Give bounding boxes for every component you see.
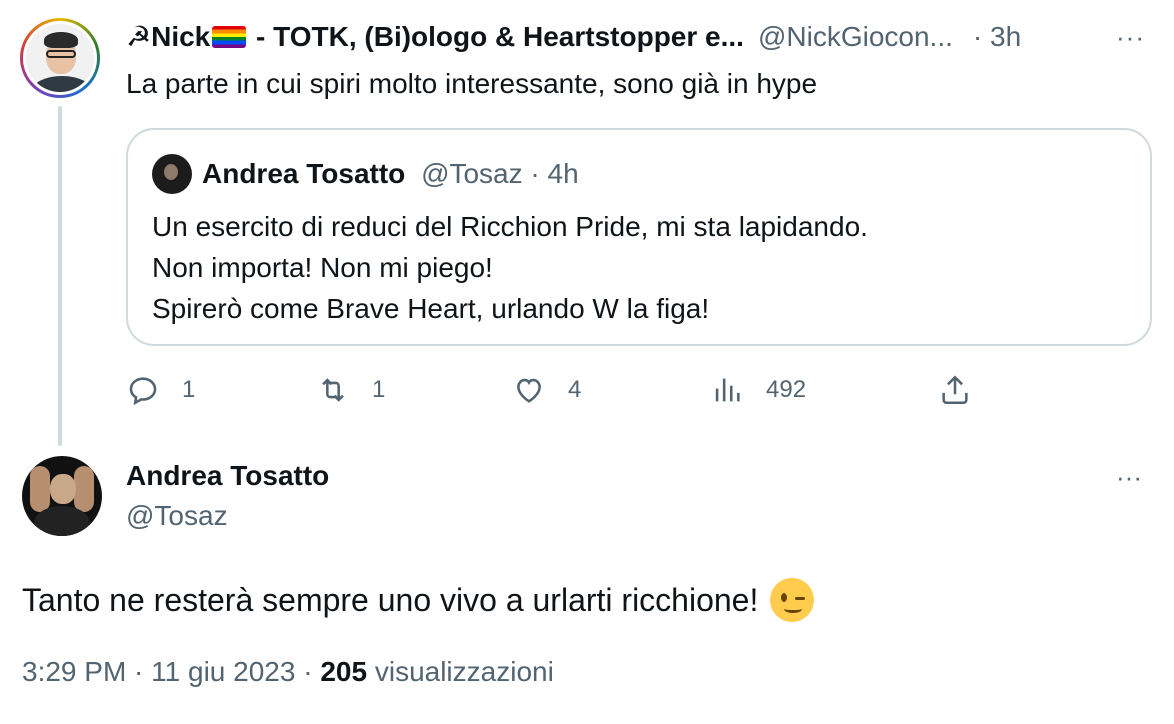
- reply-icon: [129, 377, 157, 406]
- like-button[interactable]: 4: [512, 370, 581, 410]
- parent-name-suffix: - TOTK, (Bi)ologo & Heartstopper e...: [248, 21, 744, 52]
- share-button[interactable]: [938, 370, 972, 410]
- main-handle[interactable]: @Tosaz: [126, 500, 228, 532]
- meta-separator: ·: [126, 656, 152, 687]
- quoted-tweet-text: Un esercito di reduci del Ricchion Pride…: [152, 206, 868, 329]
- parent-display-name[interactable]: ☭Nick - TOTK, (Bi)ologo & Heartstopper e…: [126, 20, 744, 53]
- main-display-name[interactable]: Andrea Tosatto: [126, 460, 329, 492]
- parent-tweet-text: La parte in cui spiri molto interessante…: [126, 68, 818, 99]
- quoted-line: Non importa! Non mi piego!: [152, 252, 493, 283]
- reply-count: 1: [182, 376, 196, 403]
- share-icon: [942, 375, 968, 405]
- parent-avatar[interactable]: [20, 18, 100, 98]
- tweet-views-count[interactable]: 205: [320, 656, 367, 687]
- winking-face-emoji-icon: [770, 578, 815, 622]
- retweet-count: 1: [372, 376, 386, 403]
- tweet-date[interactable]: 11 giu 2023: [151, 656, 295, 687]
- main-tweet-text-content: Tanto ne resterà sempre uno vivo a urlar…: [22, 581, 759, 618]
- quoted-avatar: [152, 154, 192, 194]
- heart-icon: [517, 378, 541, 403]
- thread-connector-line: [58, 106, 62, 446]
- quoted-handle-time: @Tosaz · 4h: [421, 158, 579, 189]
- main-avatar[interactable]: [22, 456, 102, 536]
- tweet-views-label: visualizzazioni: [367, 656, 554, 687]
- parent-handle[interactable]: @NickGiocon...: [758, 21, 953, 53]
- tweet-meta: 3:29 PM · 11 giu 2023 · 205 visualizzazi…: [22, 656, 554, 688]
- tweet-actions-bar: 1 1 4 492: [126, 370, 986, 410]
- quoted-line: Spirerò come Brave Heart, urlando W la f…: [152, 293, 710, 324]
- analytics-icon: [715, 378, 740, 402]
- views-button[interactable]: 492: [710, 370, 806, 410]
- retweet-icon: [322, 378, 344, 402]
- parent-name-prefix: ☭Nick: [126, 21, 211, 52]
- main-tweet-text: Tanto ne resterà sempre uno vivo a urlar…: [22, 578, 815, 622]
- quoted-tweet-header: Andrea Tosatto @Tosaz · 4h: [202, 158, 579, 190]
- meta-separator: ·: [295, 656, 321, 687]
- reply-button[interactable]: 1: [126, 370, 195, 410]
- views-count: 492: [766, 376, 807, 403]
- retweet-button[interactable]: 1: [316, 370, 385, 410]
- tweet-time[interactable]: 3:29 PM: [22, 656, 126, 687]
- rainbow-flag-icon: [212, 26, 247, 48]
- quoted-line: Un esercito di reduci del Ricchion Pride…: [152, 211, 868, 242]
- more-options-icon[interactable]: ···: [1116, 22, 1152, 52]
- quoted-display-name: Andrea Tosatto: [202, 158, 406, 189]
- quoted-tweet-card[interactable]: Andrea Tosatto @Tosaz · 4h Un esercito d…: [126, 128, 1152, 346]
- more-options-icon[interactable]: ···: [1116, 462, 1152, 492]
- parent-timestamp[interactable]: · 3h: [973, 21, 1021, 53]
- like-count: 4: [568, 376, 582, 403]
- parent-tweet-header: ☭Nick - TOTK, (Bi)ologo & Heartstopper e…: [126, 20, 1021, 53]
